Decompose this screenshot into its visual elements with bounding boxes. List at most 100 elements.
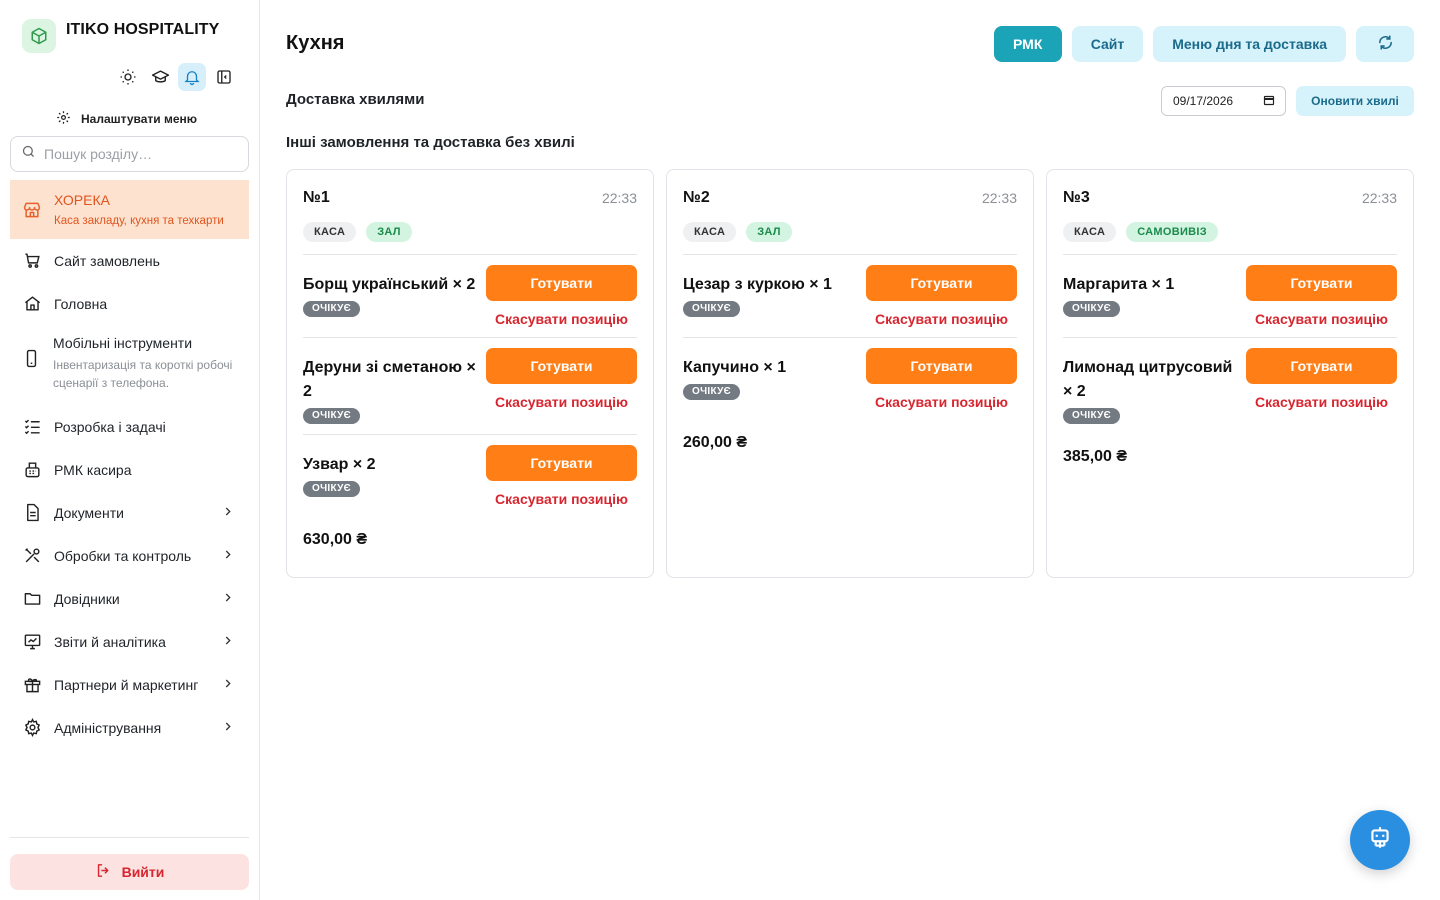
refresh-icon (1377, 34, 1394, 54)
menu-day-delivery-button[interactable]: Меню дня та доставка (1153, 26, 1346, 62)
calendar-icon[interactable] (1263, 94, 1275, 109)
cook-button[interactable]: Готувати (866, 348, 1017, 384)
sidebar-item-label: Головна (54, 295, 108, 312)
refresh-button[interactable] (1356, 26, 1414, 62)
bell-icon[interactable] (178, 63, 206, 91)
home-icon (22, 294, 42, 314)
cancel-item-link[interactable]: Скасувати позицію (495, 394, 628, 410)
section-search[interactable] (10, 136, 249, 172)
gift-icon (22, 675, 42, 695)
sidebar-item-development[interactable]: Розробка і задачі (10, 405, 249, 448)
cancel-item-link[interactable]: Скасувати позицію (875, 394, 1008, 410)
sidebar-item-documents[interactable]: Документи (10, 491, 249, 534)
sidebar-item-label: РМК касира (54, 461, 132, 478)
status-badge: ОЧІКУЄ (683, 301, 741, 317)
cube-logo-icon (22, 19, 56, 53)
chevron-right-icon (221, 676, 235, 693)
document-icon (22, 503, 42, 523)
checklist-icon (22, 417, 42, 437)
item-name: Капучино × 1 (683, 359, 787, 376)
cook-button[interactable]: Готувати (486, 265, 637, 301)
configure-menu-label: Налаштувати меню (81, 112, 198, 126)
source-tag: КАСА (303, 222, 357, 242)
order-card: №2 22:33 КАСА ЗАЛ Цезар з куркою × 1 ОЧІ… (666, 169, 1034, 578)
order-item: Маргарита × 1 ОЧІКУЄ Готувати Скасувати … (1063, 255, 1397, 338)
sidebar-item-partners[interactable]: Партнери й маркетинг (10, 663, 249, 706)
item-name: Узвар × 2 (303, 456, 376, 473)
cancel-item-link[interactable]: Скасувати позицію (875, 311, 1008, 327)
chevron-right-icon (221, 504, 235, 521)
sidebar-item-order-site[interactable]: Сайт замовлень (10, 239, 249, 282)
type-tag: ЗАЛ (746, 222, 792, 242)
sidebar-item-description: Каса закладу, кухня та техкарти (54, 215, 224, 227)
store-icon (22, 200, 42, 220)
order-number: №1 (303, 189, 330, 206)
sidebar-item-reports[interactable]: Звіти й аналітика (10, 620, 249, 663)
sidebar-collapse-icon[interactable] (210, 63, 238, 91)
item-name: Борщ український × 2 (303, 276, 476, 293)
folder-icon (22, 589, 42, 609)
cook-button[interactable]: Готувати (486, 348, 637, 384)
order-time: 22:33 (1361, 190, 1397, 206)
graduation-cap-icon[interactable] (146, 63, 174, 91)
cook-button[interactable]: Готувати (866, 265, 1017, 301)
brand[interactable]: ITIKO HOSPITALITY (22, 19, 219, 53)
cook-button[interactable]: Готувати (1246, 348, 1397, 384)
order-item: Деруни зі сметаною × 2 ОЧІКУЄ Готувати С… (303, 338, 637, 435)
phone-icon (22, 348, 41, 368)
status-badge: ОЧІКУЄ (1063, 408, 1121, 424)
sidebar-item-administration[interactable]: Адміністрування (10, 706, 249, 749)
logout-label: Вийти (121, 864, 165, 880)
chart-icon (22, 632, 42, 652)
logout-icon (95, 862, 112, 882)
site-button[interactable]: Сайт (1071, 26, 1144, 62)
gear-icon (56, 110, 71, 128)
cancel-item-link[interactable]: Скасувати позицію (495, 491, 628, 507)
search-input[interactable] (44, 146, 234, 162)
status-badge: ОЧІКУЄ (303, 481, 361, 497)
order-card: №3 22:33 КАСА САМОВИВІЗ Маргарита × 1 ОЧ… (1046, 169, 1414, 578)
chevron-right-icon (221, 547, 235, 564)
rmk-button[interactable]: РМК (993, 26, 1062, 62)
status-badge: ОЧІКУЄ (1063, 301, 1121, 317)
chevron-right-icon (221, 590, 235, 607)
assistant-bot-button[interactable] (1350, 810, 1410, 870)
sidebar-item-directories[interactable]: Довідники (10, 577, 249, 620)
sun-icon[interactable] (114, 63, 142, 91)
order-item: Борщ український × 2 ОЧІКУЄ Готувати Ска… (303, 255, 637, 338)
gear-icon (22, 718, 42, 738)
type-tag: САМОВИВІЗ (1126, 222, 1218, 242)
sidebar-nav: ХОРЕКА Каса закладу, кухня та техкарти С… (10, 180, 249, 749)
order-time: 22:33 (981, 190, 1017, 206)
cook-button[interactable]: Готувати (1246, 265, 1397, 301)
sidebar-item-horeca[interactable]: ХОРЕКА Каса закладу, кухня та техкарти (10, 180, 249, 239)
sidebar-item-processing[interactable]: Обробки та контроль (10, 534, 249, 577)
date-field[interactable]: 09/17/2026 (1161, 86, 1286, 116)
sidebar-item-label: ХОРЕКА (54, 192, 110, 208)
sidebar-item-cashier[interactable]: РМК касира (10, 448, 249, 491)
cancel-item-link[interactable]: Скасувати позицію (495, 311, 628, 327)
date-value: 09/17/2026 (1173, 94, 1234, 108)
source-tag: КАСА (683, 222, 737, 242)
waves-section-title: Доставка хвилями (286, 91, 425, 108)
header-actions: РМК Сайт Меню дня та доставка (993, 26, 1414, 62)
page-title: Кухня (286, 32, 345, 54)
logout-button[interactable]: Вийти (10, 854, 249, 890)
sidebar-item-description: Інвентаризація та короткі робочі сценарі… (53, 358, 233, 390)
sidebar-item-label: Документи (54, 504, 124, 521)
divider (10, 837, 249, 838)
cancel-item-link[interactable]: Скасувати позицію (1255, 311, 1388, 327)
search-icon (21, 144, 36, 164)
other-orders-title: Інші замовлення та доставка без хвилі (286, 134, 575, 151)
order-total: 260,00 ₴ (683, 434, 748, 451)
order-total: 385,00 ₴ (1063, 448, 1128, 465)
refresh-waves-button[interactable]: Оновити хвилі (1296, 86, 1414, 116)
sidebar-item-mobile-tools[interactable]: Мобільні інструменти Інвентаризація та к… (10, 325, 249, 405)
cook-button[interactable]: Готувати (486, 445, 637, 481)
sidebar-item-label: Партнери й маркетинг (54, 676, 199, 693)
status-badge: ОЧІКУЄ (683, 384, 741, 400)
chevron-right-icon (221, 719, 235, 736)
configure-menu-button[interactable]: Налаштувати меню (56, 110, 197, 128)
sidebar-item-home[interactable]: Головна (10, 282, 249, 325)
cancel-item-link[interactable]: Скасувати позицію (1255, 394, 1388, 410)
